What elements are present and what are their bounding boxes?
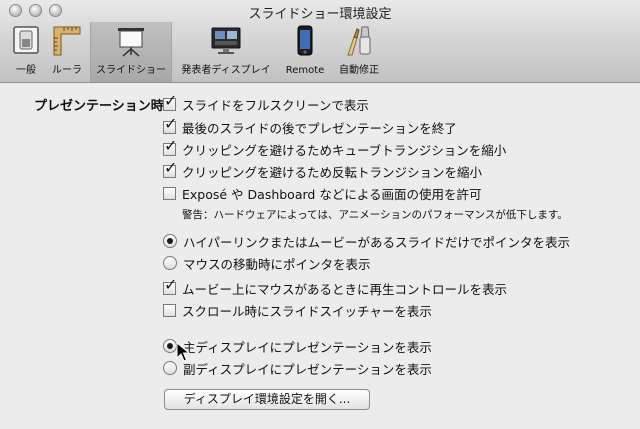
option-label: Exposé や Dashboard などによる画面の使用を許可 bbox=[182, 186, 482, 202]
option-label: スクロール時にスライドスイッチャーを表示 bbox=[182, 303, 432, 319]
mouse-pointer-icon bbox=[176, 342, 190, 362]
check-mark: ✓ bbox=[164, 90, 178, 110]
fullscreen-option[interactable]: ✓ スライドをフルスクリーンで表示 bbox=[163, 92, 369, 113]
check-mark: ✓ bbox=[164, 135, 178, 155]
fullscreen-checkbox[interactable]: ✓ bbox=[163, 92, 177, 111]
toolbar-item-autocorrect[interactable]: 自動修正 bbox=[330, 22, 388, 82]
primary-display-radio[interactable] bbox=[163, 339, 177, 353]
pointer-on-mouse-move-radio[interactable] bbox=[163, 256, 177, 270]
check-mark: ✓ bbox=[164, 113, 178, 133]
radio-dot bbox=[167, 343, 173, 349]
scale-cube-transition-option[interactable]: ✓ クリッピングを避けるためキューブトランジションを縮小 bbox=[163, 137, 507, 158]
slideshow-preferences-panel: プレゼンテーション時： ✓ スライドをフルスクリーンで表示 ✓ 最後のスライドの… bbox=[0, 83, 640, 429]
toolbar-label: ルーラ bbox=[52, 65, 82, 76]
open-display-preferences-button[interactable]: ディスプレイ環境設定を開く... bbox=[164, 389, 370, 410]
presentation-heading: プレゼンテーション時： bbox=[34, 99, 177, 114]
option-label: ハイパーリンクまたはムービーがあるスライドだけでポインタを表示 bbox=[183, 234, 571, 250]
toolbar-label: 一般 bbox=[16, 65, 36, 76]
toolbar-item-presenter-display[interactable]: 発表者ディスプレイ bbox=[172, 22, 280, 82]
option-label: スライドをフルスクリーンで表示 bbox=[182, 97, 369, 113]
toolbar-label: Remote bbox=[285, 65, 325, 76]
autocorrect-icon bbox=[347, 26, 371, 56]
projector-screen-icon bbox=[118, 28, 144, 57]
toolbar-item-ruler[interactable]: ルーラ bbox=[44, 22, 90, 82]
option-label: クリッピングを避けるため反転トランジションを縮小 bbox=[182, 164, 483, 180]
window-title: スライドショー環境設定 bbox=[248, 7, 392, 22]
presenter-display-icon bbox=[211, 27, 241, 54]
option-label: 副ディスプレイにプレゼンテーションを表示 bbox=[183, 361, 432, 377]
scale-flip-transition-checkbox[interactable]: ✓ bbox=[163, 159, 177, 178]
scale-cube-transition-checkbox[interactable]: ✓ bbox=[163, 137, 177, 156]
secondary-display-option[interactable]: 副ディスプレイにプレゼンテーションを表示 bbox=[163, 359, 432, 377]
check-mark: ✓ bbox=[164, 157, 178, 177]
secondary-display-radio[interactable] bbox=[163, 361, 177, 375]
exit-after-last-slide-checkbox[interactable]: ✓ bbox=[163, 115, 177, 134]
movie-controls-option[interactable]: ✓ ムービー上にマウスがあるときに再生コントロールを表示 bbox=[163, 276, 508, 297]
option-label: マウスの移動時にポインタを表示 bbox=[183, 256, 371, 272]
switch-icon bbox=[13, 26, 39, 54]
title-bar: スライドショー環境設定 一般 ルーラ スライドショー 発表者ディスプレイ Rem… bbox=[0, 0, 640, 83]
primary-display-option[interactable]: 主ディスプレイにプレゼンテーションを表示 bbox=[163, 337, 432, 355]
check-mark: ✓ bbox=[164, 274, 178, 294]
pointer-on-links-option[interactable]: ハイパーリンクまたはムービーがあるスライドだけでポインタを表示 bbox=[163, 232, 570, 250]
exit-after-last-slide-option[interactable]: ✓ 最後のスライドの後でプレゼンテーションを終了 bbox=[163, 115, 457, 136]
slide-switcher-option[interactable]: スクロール時にスライドスイッチャーを表示 bbox=[163, 301, 432, 319]
toolbar-label: スライドショー bbox=[96, 65, 166, 76]
option-label: 最後のスライドの後でプレゼンテーションを終了 bbox=[182, 120, 457, 136]
toolbar-item-general[interactable]: 一般 bbox=[8, 22, 44, 82]
toolbar-label: 自動修正 bbox=[339, 65, 379, 76]
iphone-icon bbox=[297, 25, 313, 56]
option-label: 主ディスプレイにプレゼンテーションを表示 bbox=[183, 339, 432, 355]
option-label: ムービー上にマウスがあるときに再生コントロールを表示 bbox=[182, 281, 508, 297]
slide-switcher-checkbox[interactable] bbox=[163, 303, 176, 317]
pointer-on-links-radio[interactable] bbox=[163, 234, 177, 248]
movie-controls-checkbox[interactable]: ✓ bbox=[163, 276, 177, 295]
radio-dot bbox=[167, 238, 173, 244]
allow-expose-dashboard-option[interactable]: Exposé や Dashboard などによる画面の使用を許可 bbox=[163, 184, 481, 202]
toolbar-item-remote[interactable]: Remote bbox=[280, 22, 330, 82]
ruler-icon bbox=[53, 26, 81, 56]
toolbar-item-slideshow[interactable]: スライドショー bbox=[90, 22, 172, 82]
option-label: クリッピングを避けるためキューブトランジションを縮小 bbox=[182, 142, 507, 158]
performance-warning: 警告：ハードウェアによっては、アニメーションのパフォーマンスが低下します。 bbox=[182, 209, 568, 221]
toolbar-label: 発表者ディスプレイ bbox=[181, 65, 271, 76]
scale-flip-transition-option[interactable]: ✓ クリッピングを避けるため反転トランジションを縮小 bbox=[163, 159, 483, 180]
allow-expose-dashboard-checkbox[interactable] bbox=[163, 186, 176, 200]
preferences-window: スライドショー環境設定 一般 ルーラ スライドショー 発表者ディスプレイ Rem… bbox=[0, 0, 640, 429]
pointer-on-mouse-move-option[interactable]: マウスの移動時にポインタを表示 bbox=[163, 254, 371, 272]
